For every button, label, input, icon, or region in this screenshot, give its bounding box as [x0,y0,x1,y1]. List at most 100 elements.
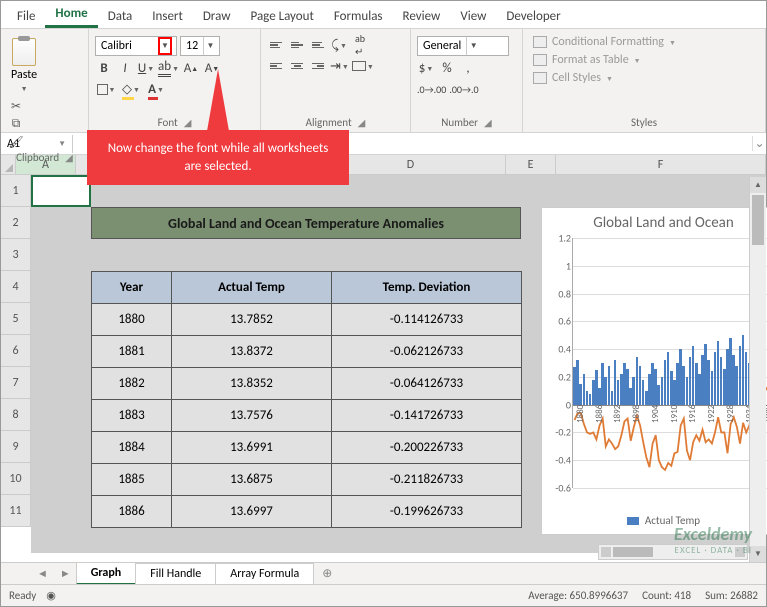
scroll-down-icon[interactable]: ▼ [750,546,766,562]
cell-actual[interactable]: 13.7852 [172,304,332,336]
select-all-button[interactable] [1,155,16,175]
font-name-dropdown-icon[interactable]: ▼ [158,37,172,55]
copy-button[interactable]: ⧉ [7,117,25,131]
row-header-10[interactable]: 10 [1,463,31,495]
row-header-3[interactable]: 3 [1,239,31,271]
col-header-f[interactable]: F [556,155,766,175]
row-header-1[interactable]: 1 [1,175,31,207]
cell-dev[interactable]: -0.114126733 [332,304,522,336]
row-header-8[interactable]: 8 [1,399,31,431]
fill-color-button[interactable]: ◇▼ [120,80,142,98]
row-header-11[interactable]: 11 [1,495,31,527]
cell-actual[interactable]: 13.6991 [172,432,332,464]
tab-insert[interactable]: Insert [142,4,193,28]
scroll-thumb[interactable] [752,195,764,245]
underline-button[interactable]: U▼ [137,59,155,77]
decrease-decimal-button[interactable]: .00→.0 [449,80,478,98]
wrap-text-button[interactable]: ab↵ [351,36,369,54]
tab-formulas[interactable]: Formulas [324,4,393,28]
align-left-button[interactable] [267,57,285,75]
row-header-7[interactable]: 7 [1,367,31,399]
indent-button[interactable]: ⇥▼ [330,57,349,75]
align-top-button[interactable] [267,36,285,54]
align-middle-button[interactable] [288,36,306,54]
align-right-button[interactable] [309,57,327,75]
sheet-tab-array-formula[interactable]: Array Formula [215,563,314,584]
col-header-e[interactable]: E [506,155,556,175]
number-format-combo[interactable]: General ▼ [417,36,509,56]
cell-actual[interactable]: 13.7576 [172,400,332,432]
sheet-tab-graph[interactable]: Graph [76,562,136,585]
format-painter-button[interactable]: 🖌 [7,135,25,149]
font-size-dropdown-icon[interactable]: ▼ [203,37,217,55]
number-launcher-icon[interactable]: ◢ [484,116,492,129]
tab-draw[interactable]: Draw [193,4,241,28]
align-center-button[interactable] [288,57,306,75]
font-name-combo[interactable]: Calibri ▼ [95,36,177,56]
format-as-table-button[interactable]: Format as Table▼ [533,53,755,67]
comma-button[interactable]: , [459,59,477,77]
cell-styles-button[interactable]: Cell Styles▼ [533,71,755,85]
bold-button[interactable]: B [95,59,113,77]
percent-button[interactable]: % [438,59,456,77]
double-underline-button[interactable]: ab▼ [158,59,179,77]
tab-file[interactable]: File [7,4,45,28]
cell-dev[interactable]: -0.200226733 [332,432,522,464]
row-header-2[interactable]: 2 [1,207,31,239]
tab-view[interactable]: View [450,4,496,28]
increase-font-button[interactable]: A▲ [182,59,200,77]
cell-dev[interactable]: -0.199626733 [332,496,522,528]
conditional-formatting-button[interactable]: Conditional Formatting▼ [533,35,755,49]
add-sheet-button[interactable]: ⊕ [314,563,340,584]
font-color-button[interactable]: A▼ [145,80,167,98]
sheet-nav-next-icon[interactable]: ► [54,567,77,580]
merge-button[interactable]: ▼ [352,57,374,75]
paste-button[interactable]: Paste ▼ [7,36,41,95]
alignment-launcher-icon[interactable]: ◢ [358,116,366,129]
tab-review[interactable]: Review [393,4,451,28]
sheet-nav-prev-icon[interactable]: ◄ [31,567,54,580]
cell-year[interactable]: 1881 [92,336,172,368]
cell-year[interactable]: 1884 [92,432,172,464]
clipboard-launcher-icon[interactable]: ◢ [65,151,73,164]
italic-button[interactable]: I [116,59,134,77]
cell-actual[interactable]: 13.8372 [172,336,332,368]
cell-year[interactable]: 1883 [92,400,172,432]
cell-actual[interactable]: 13.8352 [172,368,332,400]
row-header-4[interactable]: 4 [1,271,31,303]
align-bottom-button[interactable] [309,36,327,54]
cell-dev[interactable]: -0.141726733 [332,400,522,432]
cell-year[interactable]: 1882 [92,368,172,400]
cells-area[interactable]: Global Land and Ocean Temperature Anomal… [31,175,766,553]
number-format-dropdown-icon[interactable]: ▼ [466,37,480,55]
orientation-button[interactable]: ⤹▼ [330,36,348,54]
cell-year[interactable]: 1886 [92,496,172,528]
vertical-scrollbar[interactable]: ▲ ▼ [749,177,766,562]
expand-formula-bar-icon[interactable]: ⌄ [752,136,766,151]
cell-a1-active[interactable] [31,175,91,207]
borders-button[interactable]: ▼ [95,80,117,98]
increase-decimal-button[interactable]: .0→.00 [417,80,446,98]
font-launcher-icon[interactable]: ◢ [184,116,192,129]
macro-record-icon[interactable]: ◉ [46,589,56,602]
horizontal-scrollbar[interactable] [598,544,748,560]
cell-dev[interactable]: -0.062126733 [332,336,522,368]
row-header-9[interactable]: 9 [1,431,31,463]
sheet-tab-fill-handle[interactable]: Fill Handle [135,563,216,584]
currency-button[interactable]: $▼ [417,59,435,77]
cell-year[interactable]: 1885 [92,464,172,496]
chart[interactable]: Global Land and Ocean -0.6-0.4-0.200.20.… [541,207,767,535]
cut-button[interactable]: ✂ [7,99,25,113]
cell-actual[interactable]: 13.6997 [172,496,332,528]
row-header-6[interactable]: 6 [1,335,31,367]
cell-year[interactable]: 1880 [92,304,172,336]
tab-page-layout[interactable]: Page Layout [241,4,324,28]
row-header-5[interactable]: 5 [1,303,31,335]
scroll-up-icon[interactable]: ▲ [750,177,766,193]
worksheet-grid[interactable]: 1234567891011 Global Land and Ocean Temp… [1,175,766,553]
font-size-combo[interactable]: 12 ▼ [180,36,220,56]
cell-dev[interactable]: -0.064126733 [332,368,522,400]
tab-home[interactable]: Home [45,1,97,28]
cell-actual[interactable]: 13.6875 [172,464,332,496]
tab-developer[interactable]: Developer [496,4,570,28]
